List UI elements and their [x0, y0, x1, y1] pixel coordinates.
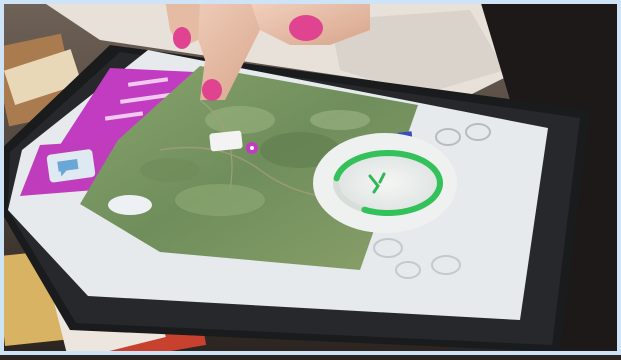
map-cloud-label	[108, 195, 152, 215]
scene-svg	[0, 0, 621, 360]
map-label-callout	[209, 130, 243, 152]
nail-thumb	[173, 27, 191, 49]
photo-scene	[0, 0, 621, 360]
nail-index	[202, 79, 222, 101]
map-pin-center	[250, 146, 254, 150]
nail-middle	[289, 15, 323, 41]
